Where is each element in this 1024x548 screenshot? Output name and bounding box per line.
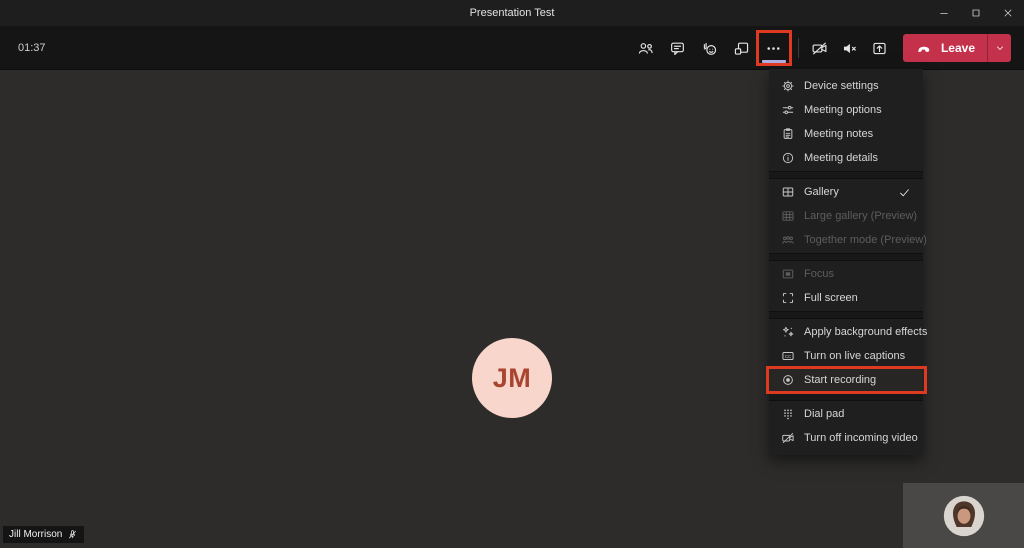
menu-divider (769, 393, 923, 401)
share-tray-icon (871, 40, 888, 57)
menu-item-turn-off-incoming-video[interactable]: Turn off incoming video (769, 426, 923, 450)
meeting-timer: 01:37 (18, 26, 46, 70)
menu-item-turn-on-live-captions[interactable]: CC Turn on live captions (769, 344, 923, 368)
menu-item-meeting-options[interactable]: Meeting options (769, 98, 923, 122)
mic-muted-icon (67, 529, 78, 540)
large-gallery-grid-icon (781, 209, 795, 223)
fullscreen-icon (781, 291, 795, 305)
camera-toggle-button[interactable] (805, 32, 835, 64)
background-effects-icon (781, 325, 795, 339)
audio-toggle-button[interactable] (835, 32, 865, 64)
breakout-rooms-button[interactable] (726, 32, 758, 64)
menu-item-large-gallery: Large gallery (Preview) (769, 204, 923, 228)
menu-item-focus: Focus (769, 262, 923, 286)
menu-divider (769, 253, 923, 261)
toolbar-controls: Leave (630, 26, 1024, 70)
chevron-down-icon (994, 42, 1006, 54)
menu-item-gallery[interactable]: Gallery (769, 180, 923, 204)
menu-item-together-mode: Together mode (Preview) (769, 228, 923, 252)
chat-icon (669, 40, 686, 57)
close-button[interactable] (992, 0, 1024, 26)
menu-item-start-recording[interactable]: Start recording (769, 368, 923, 392)
reactions-icon (701, 40, 718, 57)
dialpad-icon (781, 407, 795, 421)
share-content-button[interactable] (865, 32, 895, 64)
gallery-grid-icon (781, 185, 795, 199)
menu-item-meeting-details[interactable]: Meeting details (769, 146, 923, 170)
avatar-initials: JM (493, 363, 532, 394)
notes-icon (781, 127, 795, 141)
selfview-video-tile[interactable] (903, 483, 1024, 548)
more-icon (765, 40, 782, 57)
minimize-icon (938, 7, 950, 19)
minimize-button[interactable] (928, 0, 960, 26)
options-sliders-icon (781, 103, 795, 117)
leave-options-button[interactable] (987, 34, 1011, 62)
phone-hangup-icon (915, 39, 933, 57)
show-conversation-button[interactable] (662, 32, 694, 64)
menu-item-full-screen[interactable]: Full screen (769, 286, 923, 310)
leave-button-label: Leave (941, 41, 975, 55)
reactions-button[interactable] (694, 32, 726, 64)
menu-item-meeting-notes[interactable]: Meeting notes (769, 122, 923, 146)
menu-item-apply-background-effects[interactable]: Apply background effects (769, 320, 923, 344)
participant-name: Jill Morrison (9, 529, 62, 540)
menu-divider (769, 171, 923, 179)
together-mode-icon (781, 233, 795, 247)
close-icon (1002, 7, 1014, 19)
menu-item-device-settings[interactable]: Device settings (769, 74, 923, 98)
more-actions-menu: Device settings Meeting options Meeting … (769, 69, 923, 455)
focus-icon (781, 267, 795, 281)
active-menu-indicator (762, 60, 786, 63)
selfview-avatar (942, 494, 986, 538)
participant-nametag: Jill Morrison (3, 526, 84, 543)
participants-icon (637, 40, 654, 57)
gear-icon (781, 79, 795, 93)
svg-text:CC: CC (785, 354, 791, 359)
breakout-rooms-icon (733, 40, 750, 57)
window-titlebar: Presentation Test (0, 0, 1024, 26)
toolbar-separator (798, 38, 799, 58)
more-actions-button[interactable] (758, 32, 790, 64)
window-title: Presentation Test (470, 7, 555, 19)
speaker-muted-icon (841, 40, 858, 57)
leave-button[interactable]: Leave (903, 34, 987, 62)
incoming-video-off-icon (781, 431, 795, 445)
meeting-toolbar: 01:37 (0, 26, 1024, 70)
record-icon (781, 373, 795, 387)
participant-avatar: JM (472, 338, 552, 418)
info-icon (781, 151, 795, 165)
maximize-button[interactable] (960, 0, 992, 26)
maximize-icon (970, 7, 982, 19)
show-participants-button[interactable] (630, 32, 662, 64)
captions-icon: CC (781, 349, 795, 363)
camera-off-icon (811, 40, 828, 57)
window-controls (928, 0, 1024, 26)
menu-divider (769, 311, 923, 319)
check-icon (898, 186, 911, 199)
menu-item-dial-pad[interactable]: Dial pad (769, 402, 923, 426)
leave-split-button: Leave (903, 34, 1011, 62)
